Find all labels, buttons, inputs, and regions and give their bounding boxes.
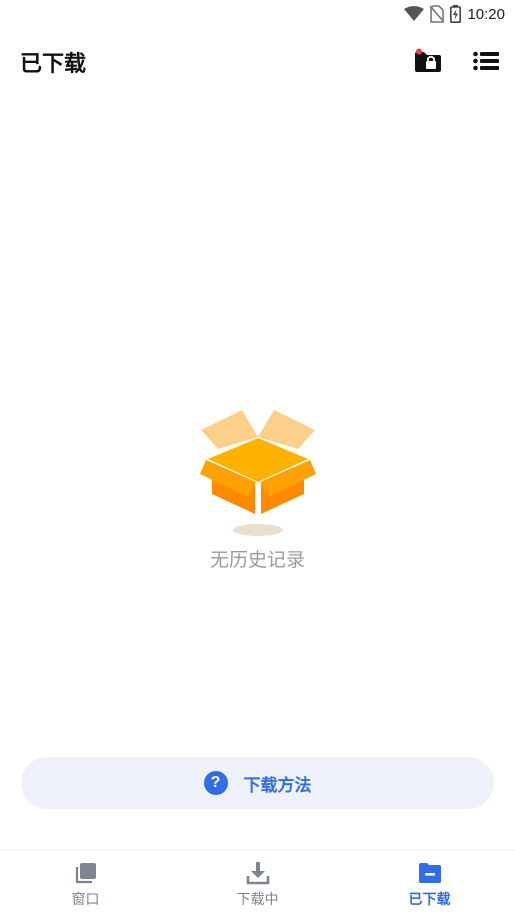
header: 已下载 xyxy=(0,38,515,84)
download-method-label: 下载方法 xyxy=(243,775,312,796)
no-sim-icon xyxy=(430,5,445,23)
page-title: 已下载 xyxy=(20,52,87,77)
nav-label-window: 窗口 xyxy=(71,892,100,908)
battery-icon xyxy=(450,5,462,23)
empty-state: 无历史记录 xyxy=(0,400,515,580)
nav-item-downloaded[interactable]: 已下载 xyxy=(344,851,515,916)
list-icon xyxy=(473,51,499,71)
download-icon xyxy=(246,862,269,885)
nav-item-window[interactable]: 窗口 xyxy=(0,851,171,916)
status-icons: 10:20 xyxy=(404,4,505,24)
list-menu-button[interactable] xyxy=(469,44,503,78)
nav-item-downloading[interactable]: 下载中 xyxy=(172,851,343,916)
nav-label-downloaded: 已下载 xyxy=(408,892,451,908)
status-bar: 10:20 xyxy=(0,0,515,28)
window-icon xyxy=(75,863,96,884)
folder-icon xyxy=(418,863,441,883)
private-folder-button[interactable] xyxy=(411,44,445,78)
nav-label-downloading: 下载中 xyxy=(236,892,279,908)
status-time: 10:20 xyxy=(467,5,505,23)
empty-box-icon xyxy=(200,410,316,536)
wifi-icon xyxy=(404,6,425,21)
bottom-nav: 窗口 下载中 已下载 xyxy=(0,850,515,916)
locked-folder-icon xyxy=(415,48,441,72)
help-icon: ? xyxy=(203,771,228,795)
download-method-button[interactable]: ? 下载方法 xyxy=(21,757,494,809)
empty-message: 无历史记录 xyxy=(209,549,305,571)
